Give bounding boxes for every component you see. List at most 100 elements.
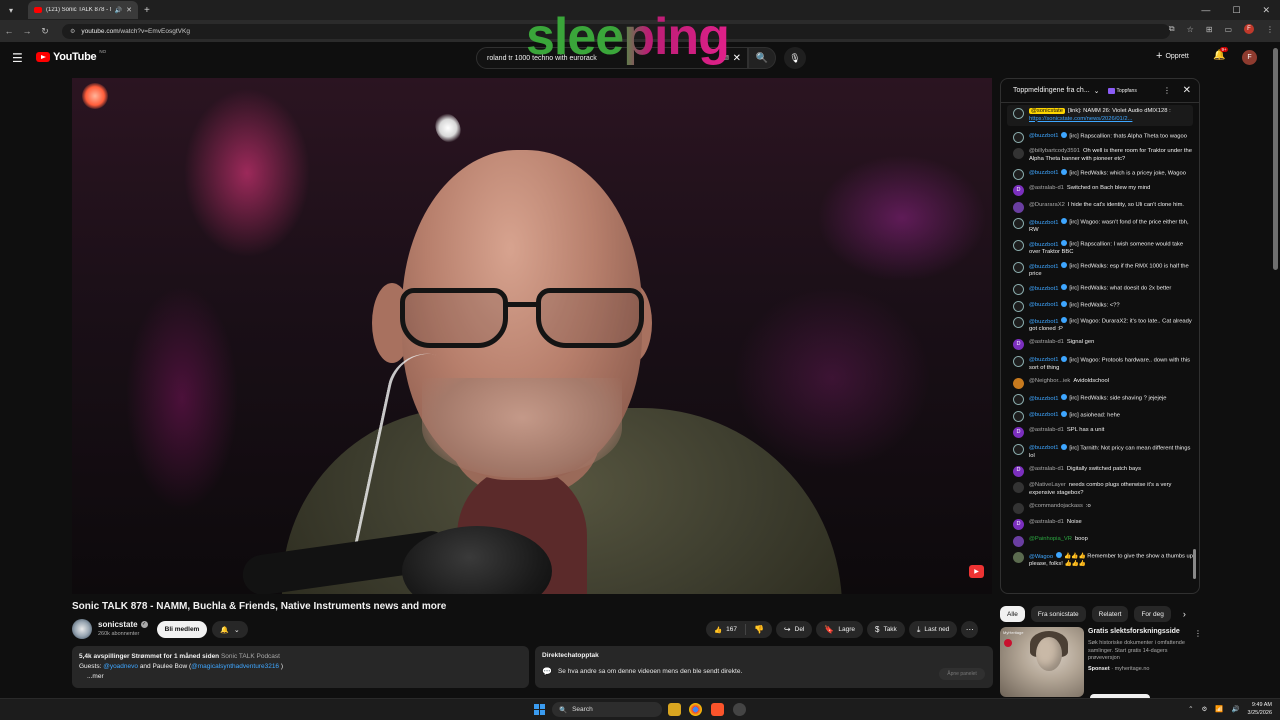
- chat-message[interactable]: @Painhopia_VR boop: [1013, 535, 1193, 547]
- chat-author-name[interactable]: @buzzbot1: [1029, 286, 1058, 292]
- chat-author-name[interactable]: @buzzbot1: [1029, 396, 1058, 402]
- join-button[interactable]: Bli medlem: [157, 621, 207, 638]
- filter-chip[interactable]: Alle: [1000, 606, 1025, 622]
- create-button[interactable]: + Opprett: [1156, 50, 1189, 62]
- chat-author-avatar[interactable]: D: [1013, 185, 1024, 196]
- chat-author-name[interactable]: @buzzbot1: [1029, 445, 1058, 451]
- chat-author-name[interactable]: @buzzbot1: [1029, 170, 1058, 176]
- chat-message[interactable]: @buzzbot1 [irc] Rapscallion: I wish someo…: [1013, 240, 1193, 257]
- chat-message[interactable]: @commandojackass:o: [1013, 502, 1193, 514]
- save-button[interactable]: 🔖 Lagre: [816, 621, 863, 638]
- guest-link[interactable]: @yoadnevo: [103, 663, 138, 670]
- ad-title[interactable]: Gratis slektsforskningsside: [1088, 628, 1180, 635]
- chat-message[interactable]: @buzzbot1 [irc] asiohead: hehe: [1013, 410, 1193, 422]
- chat-message[interactable]: D @astralab-d1 SPL has a unit: [1013, 427, 1193, 438]
- ad-thumbnail[interactable]: MyHeritage: [1000, 627, 1084, 697]
- chat-message[interactable]: @buzzbot1 [irc] Tarnith: Not pricy can me…: [1013, 443, 1193, 461]
- chat-author-name[interactable]: @astralab-d1: [1029, 466, 1064, 472]
- brave-icon[interactable]: [711, 703, 724, 716]
- chat-author-name[interactable]: @buzzbot1: [1029, 319, 1058, 325]
- subscribe-notification-button[interactable]: 🔔 ⌄: [212, 621, 248, 638]
- chat-message[interactable]: @buzzbot1 [irc] Wagoo: wasn't fond of the…: [1013, 218, 1193, 235]
- filter-chip[interactable]: For deg: [1134, 606, 1171, 622]
- chat-message[interactable]: @buzzbot1 [irc] Wagoo: DuraraX2: it's too…: [1013, 317, 1193, 334]
- clock[interactable]: 9:49 AM 3/25/2026: [1248, 701, 1272, 717]
- app-icon[interactable]: [733, 703, 746, 716]
- chat-message[interactable]: D @astralab-d1 Noise: [1013, 519, 1193, 530]
- chevron-right-icon[interactable]: ›: [1183, 609, 1186, 619]
- cast-icon[interactable]: ⧉: [1169, 24, 1175, 34]
- video-description[interactable]: 5,4k avspillinger Strømmet for 1 måned s…: [72, 646, 529, 688]
- filter-chip[interactable]: Fra sonicstate: [1030, 606, 1086, 622]
- top-fans-button[interactable]: Toppfans: [1107, 87, 1137, 94]
- user-avatar[interactable]: F: [1242, 50, 1257, 65]
- chat-message[interactable]: D @astralab-d1 Digitally switched patch ba…: [1013, 465, 1193, 477]
- chat-message[interactable]: @buzzbot1 [irc] RedWalks: <??: [1013, 300, 1193, 312]
- site-info-icon[interactable]: ⚙: [70, 28, 75, 35]
- chat-message-list[interactable]: @sonicstate [link]: NAMM 26: Violet Audio…: [1001, 105, 1193, 574]
- chat-message[interactable]: @Neighbor...iek Avidoldschool: [1013, 377, 1193, 389]
- like-button[interactable]: 👍 167: [706, 624, 746, 635]
- chat-author-avatar[interactable]: [1013, 482, 1024, 493]
- page-scrollbar[interactable]: [1273, 48, 1278, 270]
- chat-author-avatar[interactable]: D: [1013, 427, 1024, 438]
- chat-more-icon[interactable]: ⋮: [1163, 86, 1171, 95]
- chat-author-name[interactable]: @astralab-d1: [1029, 427, 1064, 433]
- chat-author-avatar[interactable]: [1013, 108, 1024, 119]
- chat-message[interactable]: @buzzbot1 [irc] RedWalks: which is a pric…: [1013, 168, 1193, 180]
- chat-author-name[interactable]: @sonicstate: [1029, 108, 1065, 114]
- chat-author-name[interactable]: @astralab-d1: [1029, 185, 1064, 191]
- open-panel-button[interactable]: Åpne panelet: [939, 668, 985, 680]
- chat-author-name[interactable]: @buzzbot1: [1029, 357, 1058, 363]
- youtube-watermark-icon[interactable]: ▶: [969, 565, 984, 578]
- chat-author-name[interactable]: @buzzbot1: [1029, 242, 1058, 248]
- chat-author-avatar[interactable]: [1013, 552, 1024, 563]
- guest-link[interactable]: @magicalsynthadventure3216: [191, 663, 279, 670]
- chat-author-name[interactable]: @buzzbot1: [1029, 133, 1058, 139]
- maximize-icon[interactable]: ☐: [1232, 5, 1240, 16]
- chat-message[interactable]: @NativeLayer needs combo plugs otherwise …: [1013, 482, 1193, 497]
- chat-author-name[interactable]: @astralab-d1: [1029, 339, 1064, 345]
- tray-chevron-icon[interactable]: ⌃: [1188, 705, 1193, 713]
- youtube-logo[interactable]: YouTube NO: [36, 49, 106, 63]
- taskbar-search[interactable]: 🔍 Search: [552, 702, 662, 717]
- video-player[interactable]: ▶: [72, 78, 992, 594]
- file-explorer-icon[interactable]: [668, 703, 681, 716]
- chat-author-avatar[interactable]: [1013, 443, 1024, 455]
- chat-message[interactable]: @Wagoo 👍👍👍 Remember to give the show a th…: [1013, 552, 1193, 569]
- chat-author-avatar[interactable]: [1013, 218, 1024, 229]
- sidebar-icon[interactable]: ▭: [1224, 25, 1232, 34]
- chat-author-avatar[interactable]: [1013, 355, 1024, 367]
- keyboard-icon[interactable]: ⌨: [719, 54, 729, 62]
- chat-mode-selector[interactable]: Toppmeldingene fra ch...: [1013, 87, 1090, 94]
- chat-message[interactable]: @buzzbot1 [irc] RedWalks: esp if the RMX …: [1013, 262, 1193, 279]
- ad-more-icon[interactable]: ⋮: [1194, 629, 1202, 638]
- chat-author-name[interactable]: @DurararaX2: [1029, 202, 1065, 208]
- extension-icon[interactable]: ⊞: [1206, 25, 1213, 34]
- share-button[interactable]: ↪ Del: [775, 621, 813, 638]
- chat-author-avatar[interactable]: D: [1013, 465, 1024, 477]
- close-chat-icon[interactable]: ✕: [1183, 85, 1191, 96]
- chat-author-name[interactable]: @buzzbot1: [1029, 412, 1058, 418]
- chrome-icon[interactable]: [689, 703, 702, 716]
- clear-search-icon[interactable]: ✕: [733, 53, 741, 64]
- browser-tab[interactable]: (121) Sonic TALK 878 - NAMM 🔊 ✕: [28, 1, 138, 19]
- channel-name-row[interactable]: sonicstate ✓: [98, 620, 148, 629]
- download-button[interactable]: ⤓ Last ned: [908, 621, 958, 638]
- chat-message[interactable]: D @astralab-d1 Signal gen: [1013, 339, 1193, 350]
- chat-author-name[interactable]: @astralab-d1: [1029, 519, 1064, 525]
- dislike-button[interactable]: 👎: [746, 625, 772, 634]
- podcast-hashtag[interactable]: Sonic TALK Podcast: [221, 653, 280, 660]
- chat-author-avatar[interactable]: [1013, 148, 1024, 159]
- chat-author-avatar[interactable]: [1013, 394, 1024, 405]
- menu-icon[interactable]: ☰: [12, 52, 23, 64]
- chat-author-name[interactable]: @commandojackass: [1029, 503, 1083, 509]
- chat-author-avatar[interactable]: [1013, 201, 1024, 213]
- chat-message[interactable]: D @astralab-d1 Switched on Bach blew my mi…: [1013, 185, 1193, 196]
- chat-author-avatar[interactable]: [1013, 502, 1024, 514]
- close-window-icon[interactable]: ✕: [1262, 5, 1270, 16]
- chat-author-avatar[interactable]: [1013, 262, 1024, 273]
- voice-search-button[interactable]: 🎙: [784, 47, 806, 69]
- search-button[interactable]: 🔍: [748, 47, 776, 69]
- browser-menu-icon[interactable]: ⋮: [1266, 25, 1274, 34]
